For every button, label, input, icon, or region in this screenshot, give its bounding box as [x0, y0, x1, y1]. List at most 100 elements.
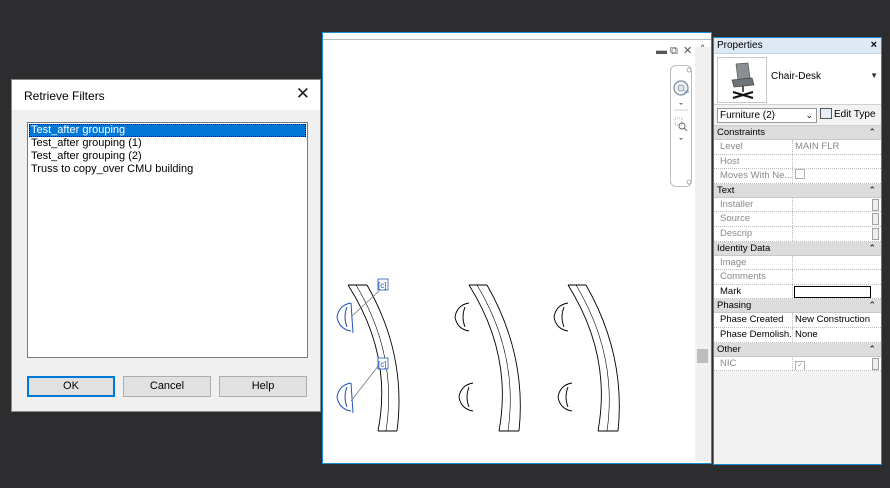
properties-grid: Constraints ⌃ Level MAIN FLR Host Moves With …	[714, 126, 881, 372]
chair-type-thumbnail	[717, 57, 767, 103]
property-value	[793, 155, 881, 169]
property-row[interactable]: Phase Created New Construction	[714, 313, 881, 328]
curved-desk-1[interactable]	[347, 284, 400, 432]
property-group-header[interactable]: Other ⌃	[714, 342, 881, 357]
collapse-group-icon[interactable]: ⌃	[868, 299, 876, 312]
property-group-header[interactable]: Constraints ⌃	[714, 126, 881, 140]
property-value[interactable]	[793, 285, 881, 299]
property-value-text: None	[795, 328, 818, 340]
property-group-name: Other	[717, 343, 741, 355]
properties-title-bar[interactable]: Properties ×	[714, 38, 881, 54]
filter-list-item[interactable]: Test_after grouping (1)	[29, 137, 306, 150]
property-value: ✓	[793, 357, 881, 371]
property-value-text: New Construction	[795, 314, 870, 326]
property-name: Moves With Ne...	[714, 169, 793, 183]
property-name: Image	[714, 255, 793, 270]
chevron-down-icon: ⌄	[805, 110, 813, 120]
property-row[interactable]: NIC ✓	[714, 356, 881, 372]
category-filter-value: Furniture (2)	[720, 110, 776, 121]
property-name: Host	[714, 154, 793, 169]
property-value[interactable]: New Construction	[793, 313, 881, 327]
ok-button[interactable]: OK	[27, 376, 115, 397]
property-value	[793, 270, 881, 284]
property-name: Level	[714, 140, 793, 154]
property-group-header[interactable]: Identity Data ⌃	[714, 241, 881, 256]
property-group-name: Text	[717, 184, 735, 196]
property-row[interactable]: Source	[714, 212, 881, 227]
property-group-header[interactable]: Text ⌃	[714, 183, 881, 198]
desk-chair-6[interactable]	[557, 382, 573, 412]
property-value: MAIN FLR	[793, 140, 881, 154]
desk-chair-selected-2[interactable]	[336, 382, 354, 414]
type-name[interactable]: Chair-Desk	[771, 71, 821, 82]
property-row[interactable]: Image	[714, 255, 881, 271]
property-group-name: Constraints	[717, 127, 766, 138]
type-dropdown-icon[interactable]: ▼	[870, 71, 878, 80]
properties-title: Properties	[717, 40, 763, 51]
property-group-name: Phasing	[717, 300, 752, 312]
filter-list-item[interactable]: Test_after grouping (2)	[29, 150, 306, 163]
property-row[interactable]: Installer	[714, 197, 881, 213]
property-name: Comments	[714, 270, 793, 284]
property-row[interactable]: Comments	[714, 270, 881, 285]
value-browse-button[interactable]	[872, 227, 879, 240]
property-value	[793, 212, 881, 226]
property-row[interactable]: Moves With Ne...	[714, 169, 881, 184]
collapse-group-icon[interactable]: ⌃	[868, 184, 876, 197]
property-value-text: MAIN FLR	[795, 141, 840, 152]
properties-palette[interactable]: Properties × Chair-Desk ▼ Furniture (2) …	[713, 37, 882, 465]
collapse-group-icon[interactable]: ⌃	[868, 343, 876, 356]
chair-preview-image	[731, 62, 755, 99]
selection-tag-2[interactable]: [c]	[378, 360, 386, 369]
help-button[interactable]: Help	[219, 376, 307, 397]
property-value	[793, 198, 881, 212]
checkbox-checked-icon[interactable]: ✓	[795, 360, 805, 371]
collapse-group-icon[interactable]: ⌃	[868, 126, 876, 139]
collapse-group-icon[interactable]: ⌃	[868, 242, 876, 255]
dialog-close-button[interactable]: ✕	[296, 85, 310, 103]
desk-chair-4[interactable]	[458, 382, 474, 412]
property-value	[793, 227, 881, 241]
properties-filter-row: Furniture (2) ⌄ Edit Type	[714, 105, 881, 126]
property-value	[793, 256, 881, 270]
curved-desk-3[interactable]	[567, 284, 620, 432]
category-filter-select[interactable]: Furniture (2) ⌄	[717, 108, 817, 123]
retrieve-filters-dialog[interactable]: Retrieve Filters ✕ Test_after grouping Te…	[11, 79, 321, 412]
canvas-vertical-scrollbar[interactable]	[695, 47, 711, 461]
desk-chair-5[interactable]	[553, 302, 569, 332]
property-group-header[interactable]: Phasing ⌃	[714, 299, 881, 314]
scrollbar-thumb[interactable]	[697, 349, 708, 363]
property-row[interactable]: Phase Demolish... None	[714, 327, 881, 343]
property-row[interactable]: Descrip	[714, 226, 881, 242]
mark-input[interactable]	[794, 285, 871, 298]
property-value	[793, 169, 881, 183]
property-group-name: Identity Data	[717, 242, 771, 254]
property-name: Mark	[714, 284, 793, 299]
property-name: Descrip	[714, 226, 793, 241]
property-row[interactable]: Level MAIN FLR	[714, 140, 881, 155]
desk-chair-3[interactable]	[454, 302, 470, 332]
property-name: Installer	[714, 197, 793, 212]
floor-plan-drawing[interactable]: [c] [c]	[323, 33, 695, 465]
dialog-title: Retrieve Filters	[24, 89, 105, 103]
property-value[interactable]: None	[793, 328, 881, 342]
selection-tag-1[interactable]: [c]	[378, 281, 386, 290]
filter-listbox[interactable]: Test_after grouping Test_after grouping (…	[27, 122, 308, 358]
checkbox-icon[interactable]	[795, 169, 805, 180]
value-browse-button[interactable]	[872, 198, 879, 211]
property-row[interactable]: Mark	[714, 284, 881, 300]
curved-desk-2[interactable]	[468, 284, 521, 432]
dialog-title-bar[interactable]: Retrieve Filters ✕	[12, 80, 320, 110]
property-name: Phase Demolish...	[714, 327, 793, 342]
properties-close-button[interactable]: ×	[871, 38, 877, 53]
value-browse-button[interactable]	[872, 357, 879, 370]
filter-list-item[interactable]: Test_after grouping	[29, 124, 306, 137]
property-row[interactable]: Host	[714, 154, 881, 170]
cancel-button[interactable]: Cancel	[123, 376, 211, 397]
filter-list-item[interactable]: Truss to copy_over CMU building	[29, 163, 306, 176]
edit-type-button[interactable]: Edit Type	[820, 108, 876, 122]
drawing-canvas-window[interactable]: ▬ ⧉ ✕ ^ 2D	[322, 32, 712, 464]
type-selector[interactable]: Chair-Desk ▼	[714, 54, 881, 105]
desk-chair-selected-1[interactable]	[336, 302, 354, 334]
value-browse-button[interactable]	[872, 213, 879, 226]
